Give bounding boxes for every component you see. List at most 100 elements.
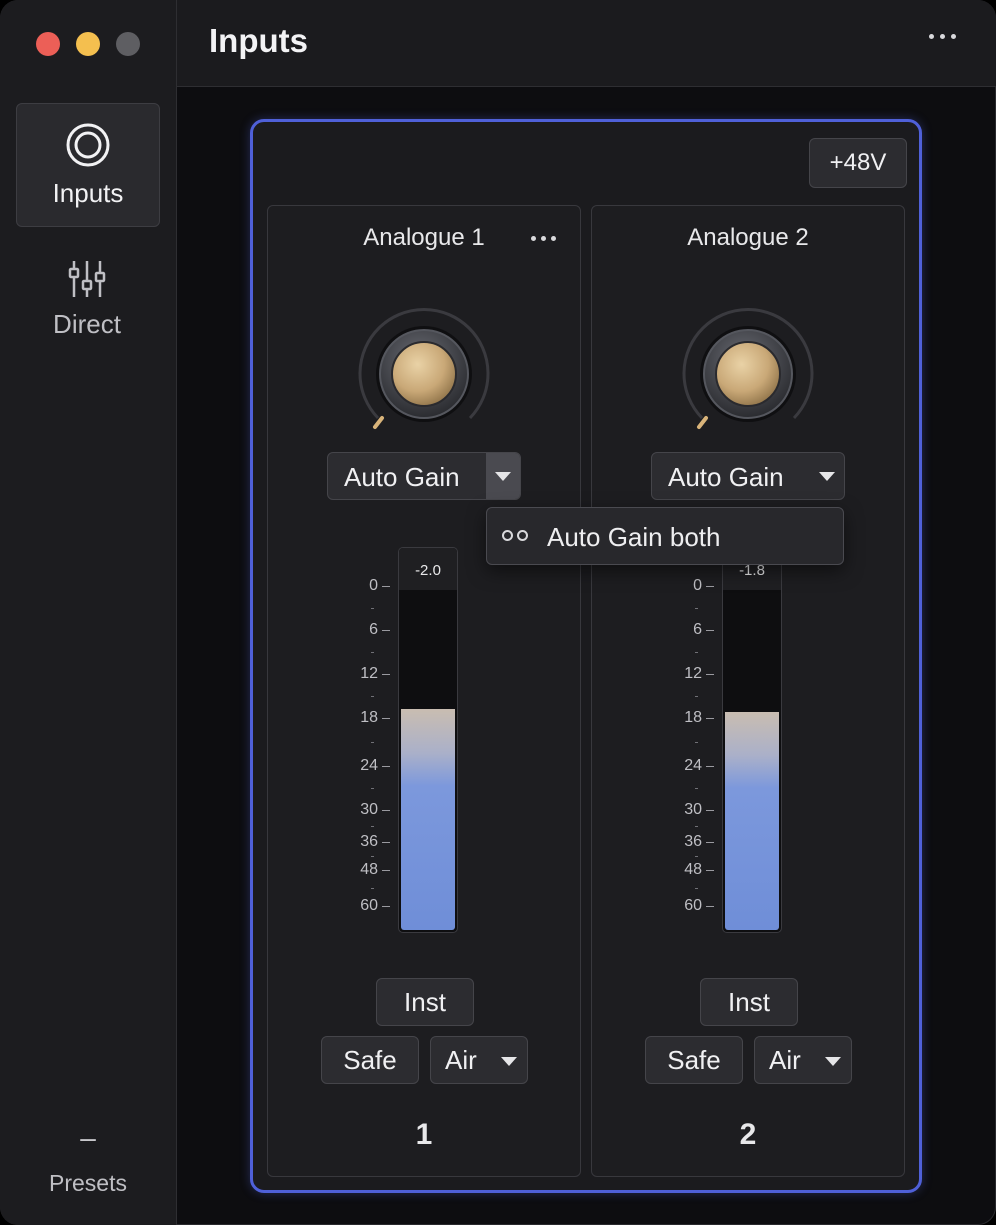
minimize-window-button[interactable] bbox=[76, 32, 100, 56]
menu-item-auto-gain-both[interactable]: Auto Gain both bbox=[547, 522, 720, 553]
meter-scale: 0 6 12 18 24 30 36 48 60 bbox=[348, 577, 398, 926]
more-horizontal-icon[interactable] bbox=[929, 34, 956, 39]
meter-tick-label: 12 bbox=[360, 665, 378, 682]
meter-tick bbox=[706, 718, 714, 719]
meter-tick-label: 60 bbox=[684, 897, 702, 914]
auto-gain-label: Auto Gain bbox=[668, 462, 784, 492]
air-button[interactable]: Air bbox=[430, 1036, 528, 1084]
meter-tick-label: 18 bbox=[360, 709, 378, 726]
meter-minor-tick bbox=[371, 856, 374, 857]
meter-tick bbox=[706, 766, 714, 767]
meter-minor-tick bbox=[371, 608, 374, 609]
auto-gain-button[interactable]: Auto Gain bbox=[651, 452, 845, 500]
meter-tick bbox=[382, 718, 390, 719]
meter-fill bbox=[725, 712, 779, 930]
gain-knob[interactable] bbox=[680, 306, 816, 442]
mixer-sliders-icon bbox=[68, 260, 106, 297]
channel-number: 2 bbox=[739, 1118, 757, 1151]
level-meter: -1.8 bbox=[722, 547, 782, 933]
meter-tick bbox=[382, 870, 390, 871]
meter-scale: 0 6 12 18 24 30 36 48 60 bbox=[672, 577, 722, 926]
auto-gain-dropdown-menu: Auto Gain both bbox=[486, 507, 844, 565]
meter-tick bbox=[382, 906, 390, 907]
meter-tick bbox=[706, 674, 714, 675]
meter-tick-label: 30 bbox=[684, 801, 702, 818]
meter-tick bbox=[382, 674, 390, 675]
auto-gain-dropdown-caret[interactable] bbox=[486, 453, 520, 499]
meter-tick bbox=[382, 842, 390, 843]
meter-tick-label: 6 bbox=[693, 621, 702, 638]
meter-minor-tick bbox=[371, 742, 374, 743]
header: Inputs bbox=[177, 0, 996, 87]
meter-tick-label: 60 bbox=[360, 897, 378, 914]
chevron-down-icon bbox=[495, 471, 511, 481]
safe-button[interactable]: Safe bbox=[645, 1036, 743, 1084]
auto-gain-dropdown-caret[interactable] bbox=[810, 453, 844, 499]
level-meter: -2.0 bbox=[398, 547, 458, 933]
inst-button[interactable]: Inst bbox=[700, 978, 798, 1026]
meter-minor-tick bbox=[695, 856, 698, 857]
channel-strip: Analogue 2 Auto Gain 0 6 12 18 24 30 36 … bbox=[591, 205, 905, 1177]
channel-more-icon[interactable] bbox=[531, 236, 556, 241]
meter-tick bbox=[382, 810, 390, 811]
meter-tick-label: 12 bbox=[684, 665, 702, 682]
presets-dash: – bbox=[80, 1122, 96, 1153]
channel-number: 1 bbox=[415, 1118, 433, 1151]
meter-fill bbox=[401, 709, 455, 930]
meter-minor-tick bbox=[371, 888, 374, 889]
meter-tick-label: 24 bbox=[684, 757, 702, 774]
chevron-down-icon bbox=[825, 1057, 841, 1066]
meter-minor-tick bbox=[695, 826, 698, 827]
device-panel: +48V Analogue 1 Auto Gain 0 6 12 18 24 3… bbox=[250, 119, 922, 1193]
meter-tick-label: 48 bbox=[360, 861, 378, 878]
sidebar-item-label: Direct bbox=[53, 308, 121, 339]
meter-tick-label: 0 bbox=[693, 577, 702, 594]
meter-tick bbox=[706, 810, 714, 811]
channel-name: Analogue 2 bbox=[687, 224, 809, 251]
phantom-power-button[interactable]: +48V bbox=[809, 138, 907, 188]
sidebar-item-inputs[interactable]: Inputs bbox=[16, 103, 160, 227]
meter-tick bbox=[706, 842, 714, 843]
channel-strip: Analogue 1 Auto Gain 0 6 12 18 24 30 36 … bbox=[267, 205, 581, 1177]
meter-tick-label: 18 bbox=[684, 709, 702, 726]
peak-readout: -2.0 bbox=[399, 548, 457, 590]
air-button[interactable]: Air bbox=[754, 1036, 852, 1084]
meter-minor-tick bbox=[695, 696, 698, 697]
sidebar-item-direct[interactable]: Direct bbox=[16, 238, 158, 360]
sidebar: Inputs Direct – Presets bbox=[0, 0, 177, 1225]
inst-button[interactable]: Inst bbox=[376, 978, 474, 1026]
meter-tick-label: 6 bbox=[369, 621, 378, 638]
meter-tick-label: 30 bbox=[360, 801, 378, 818]
gain-knob[interactable] bbox=[356, 306, 492, 442]
meter-tick bbox=[382, 766, 390, 767]
air-label: Air bbox=[769, 1044, 801, 1075]
meter-tick bbox=[382, 586, 390, 587]
meter-minor-tick bbox=[371, 696, 374, 697]
meter-tick-label: 24 bbox=[360, 757, 378, 774]
presets-button[interactable]: Presets bbox=[0, 1170, 176, 1197]
sidebar-item-label: Inputs bbox=[52, 177, 124, 208]
inputs-rings-icon bbox=[66, 123, 110, 166]
meter-minor-tick bbox=[371, 788, 374, 789]
page-title: Inputs bbox=[209, 22, 308, 59]
meter-minor-tick bbox=[695, 888, 698, 889]
meter-tick bbox=[382, 630, 390, 631]
zoom-window-button[interactable] bbox=[116, 32, 140, 56]
safe-button[interactable]: Safe bbox=[321, 1036, 419, 1084]
meter-minor-tick bbox=[695, 608, 698, 609]
air-label: Air bbox=[445, 1044, 477, 1075]
meter-tick-label: 36 bbox=[684, 833, 702, 850]
meter-tick bbox=[706, 630, 714, 631]
meter-minor-tick bbox=[371, 652, 374, 653]
meter-minor-tick bbox=[695, 788, 698, 789]
auto-gain-button[interactable]: Auto Gain bbox=[327, 452, 521, 500]
meter-tick bbox=[706, 870, 714, 871]
meter-tick-label: 36 bbox=[360, 833, 378, 850]
auto-gain-label: Auto Gain bbox=[344, 462, 460, 492]
meter-minor-tick bbox=[371, 826, 374, 827]
meter-tick bbox=[706, 906, 714, 907]
app-window: Inputs Direct – Presets Inputs +48V Anal… bbox=[0, 0, 996, 1225]
meter-tick bbox=[706, 586, 714, 587]
meter-minor-tick bbox=[695, 742, 698, 743]
close-window-button[interactable] bbox=[36, 32, 60, 56]
